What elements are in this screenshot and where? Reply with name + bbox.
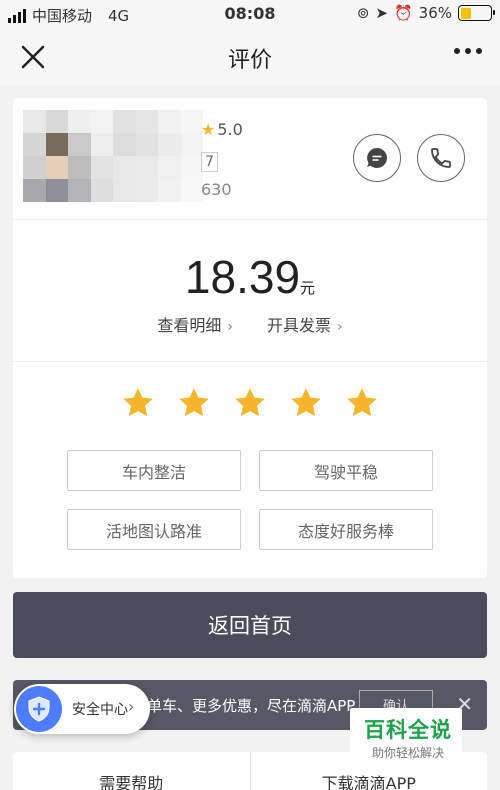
battery-icon — [458, 5, 495, 21]
avatar — [23, 110, 203, 202]
shield-icon — [16, 686, 62, 732]
driver-rating: ★ 5.0 — [201, 120, 243, 139]
view-details-link[interactable]: 查看明细 › — [157, 312, 233, 336]
safety-center-label: 安全中心 — [72, 702, 128, 718]
rotation-lock-icon: ⊚ — [356, 4, 370, 22]
nav-bar: 评价 — [0, 28, 500, 86]
invoice-link[interactable]: 开具发票 › — [267, 312, 343, 336]
driver-orders: 630 — [201, 180, 232, 199]
tag-smooth-driving[interactable]: 驾驶平稳 — [259, 450, 433, 491]
rating-star-3[interactable] — [233, 386, 267, 420]
more-icon[interactable] — [454, 48, 482, 54]
phone-icon — [431, 148, 451, 168]
chevron-right-icon: › — [128, 697, 135, 716]
driver-section: ★ 5.0 7 630 — [13, 98, 487, 220]
tag-good-service[interactable]: 态度好服务棒 — [259, 509, 433, 550]
driver-tag: 7 — [201, 152, 218, 172]
view-details-label: 查看明细 — [157, 316, 222, 335]
rating-value: 5.0 — [217, 120, 243, 139]
watermark-logo: 百科全说 助你轻松解决 — [350, 708, 462, 764]
fare-unit: 元 — [300, 279, 316, 297]
message-button[interactable] — [353, 134, 401, 182]
star-rating — [13, 386, 487, 420]
tag-knows-route[interactable]: 活地图认路准 — [67, 509, 241, 550]
review-tags: 车内整洁 驾驶平稳 活地图认路准 态度好服务棒 — [67, 450, 433, 550]
safety-center-button[interactable]: 安全中心 › — [14, 684, 150, 734]
battery-percent: 36% — [418, 4, 452, 22]
message-icon — [367, 148, 387, 168]
alarm-icon: ⏰ — [393, 4, 413, 22]
fare-value: 18.39 — [184, 251, 301, 303]
help-button[interactable]: 需要帮助 — [13, 752, 250, 790]
location-icon: ➤ — [375, 4, 388, 22]
watermark-title: 百科全说 — [364, 718, 452, 742]
chevron-right-icon: › — [337, 319, 343, 335]
return-home-button[interactable]: 返回首页 — [13, 592, 487, 658]
invoice-label: 开具发票 — [267, 316, 332, 335]
page-title: 评价 — [227, 48, 272, 73]
fare-section: 18.39元 查看明细 › 开具发票 › — [13, 220, 487, 362]
chevron-right-icon: › — [227, 319, 233, 335]
rating-star-5[interactable] — [345, 386, 379, 420]
rating-star-4[interactable] — [289, 386, 323, 420]
watermark-subtitle: 助你轻松解决 — [372, 746, 445, 760]
promo-text: 单车、更多优惠，尽在滴滴APP — [147, 697, 356, 715]
tag-clean-car[interactable]: 车内整洁 — [67, 450, 241, 491]
call-button[interactable] — [417, 134, 465, 182]
rating-star-2[interactable] — [177, 386, 211, 420]
status-bar: 中国移动 4G 08:08 ⊚ ➤ ⏰ 36% — [0, 0, 500, 28]
fare-amount: 18.39元 — [13, 250, 487, 304]
trip-card: ★ 5.0 7 630 18.39元 查看明细 › 开具发票 › 车内整洁 驾驶… — [13, 98, 487, 578]
star-icon: ★ — [201, 120, 216, 139]
rating-star-1[interactable] — [121, 386, 155, 420]
